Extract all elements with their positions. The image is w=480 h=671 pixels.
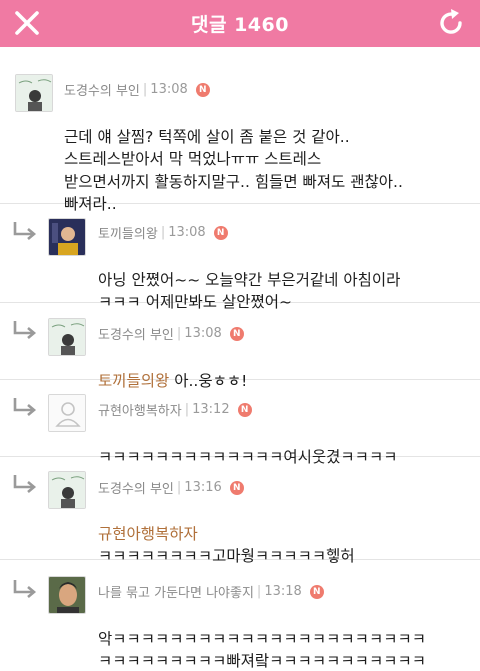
author-name[interactable]: 도경수의 부인 — [64, 80, 140, 99]
default-user-avatar[interactable] — [48, 394, 86, 432]
timestamp: 13:16 — [184, 480, 222, 495]
comment-item: 규현아행복하자 | 13:12 N ㅋㅋㅋㅋㅋㅋㅋㅋㅋㅋㅋㅋㅋ여시웃겼ㅋㅋㅋㅋ — [0, 380, 480, 466]
person-photo-avatar[interactable] — [48, 218, 86, 256]
comment-item: 도경수의 부인 | 13:08 N 토끼들의왕 아..웅ㅎㅎ! — [0, 303, 480, 390]
new-badge: N — [195, 82, 210, 97]
reply-arrow-icon — [13, 475, 37, 493]
comment-meta: 도경수의 부인 | 13:08 N — [64, 80, 210, 99]
comment-list[interactable]: 도경수의 부인 | 13:08 N 근데 얘 살찜? 턱쪽에 살이 좀 붙은 것… — [0, 47, 480, 671]
author-name[interactable]: 나를 묶고 가둔다면 나야좋지 — [98, 582, 254, 601]
new-badge: N — [229, 480, 244, 495]
timestamp: 13:08 — [168, 225, 206, 240]
reply-arrow-icon — [13, 398, 37, 416]
comment-text: 규현아행복하자 ㅋㅋㅋㅋㅋㅋㅋㅋ고마웡ㅋㅋㅋㅋㅋ헿허 — [98, 500, 476, 568]
comment-body: 근데 얘 살찜? 턱쪽에 살이 좀 붙은 것 같아.. 스트레스받아서 막 먹었… — [64, 127, 403, 214]
meta-divider: | — [160, 225, 166, 240]
reply-arrow-icon — [13, 321, 37, 339]
reply-arrow-icon — [13, 222, 37, 240]
comment-item: 도경수의 부인 | 13:08 N 근데 얘 살찜? 턱쪽에 살이 좀 붙은 것… — [0, 47, 480, 213]
album-cover-avatar[interactable] — [15, 74, 53, 112]
page-title: 댓글 1460 — [191, 14, 289, 36]
author-name[interactable]: 도경수의 부인 — [98, 324, 174, 343]
new-badge: N — [229, 326, 244, 341]
author-name[interactable]: 도경수의 부인 — [98, 478, 174, 497]
refresh-button[interactable] — [434, 6, 468, 40]
comment-meta: 나를 묶고 가둔다면 나야좋지 | 13:18 N — [98, 582, 324, 601]
comment-meta: 토끼들의왕 | 13:08 N — [98, 223, 228, 242]
meta-divider: | — [176, 480, 182, 495]
meta-divider: | — [184, 402, 190, 417]
comment-meta: 규현아행복하자 | 13:12 N — [98, 400, 252, 419]
author-name[interactable]: 토끼들의왕 — [98, 223, 158, 242]
comment-text: 근데 얘 살찜? 턱쪽에 살이 좀 붙은 것 같아.. 스트레스받아서 막 먹었… — [64, 103, 474, 216]
comment-item: 도경수의 부인 | 13:16 N 규현아행복하자 ㅋㅋㅋㅋㅋㅋㅋㅋ고마웡ㅋㅋㅋ… — [0, 457, 480, 565]
comment-item: 토끼들의왕 | 13:08 N 아닝 안쪘어~~ 오늘약간 부은거같네 아침이라… — [0, 204, 480, 311]
timestamp: 13:12 — [192, 402, 230, 417]
comment-item: 나를 묶고 가둔다면 나야좋지 | 13:18 N 악ㅋㅋㅋㅋㅋㅋㅋㅋㅋㅋㅋㅋㅋ… — [0, 560, 480, 671]
comment-text: 악ㅋㅋㅋㅋㅋㅋㅋㅋㅋㅋㅋㅋㅋㅋㅋㅋㅋㅋㅋㅋㅋㅋ ㅋㅋㅋㅋㅋㅋㅋㅋㅋ빠져랔ㅋㅋㅋㅋ… — [98, 605, 478, 671]
meta-divider: | — [256, 584, 262, 599]
comment-meta: 도경수의 부인 | 13:08 N — [98, 324, 244, 343]
album-cover-avatar[interactable] — [48, 318, 86, 356]
meta-divider: | — [142, 82, 148, 97]
top-bar: 댓글 1460 — [0, 0, 480, 47]
reply-arrow-icon — [13, 580, 37, 598]
new-badge: N — [309, 584, 324, 599]
new-badge: N — [213, 225, 228, 240]
author-name[interactable]: 규현아행복하자 — [98, 400, 182, 419]
meta-divider: | — [176, 326, 182, 341]
album-cover-avatar[interactable] — [48, 471, 86, 509]
refresh-icon — [440, 9, 462, 34]
new-badge: N — [237, 402, 252, 417]
comment-meta: 도경수의 부인 | 13:16 N — [98, 478, 244, 497]
man-photo-avatar[interactable] — [48, 576, 86, 614]
timestamp: 13:08 — [150, 82, 188, 97]
timestamp: 13:18 — [264, 584, 302, 599]
close-button[interactable] — [10, 6, 44, 40]
comment-body: 악ㅋㅋㅋㅋㅋㅋㅋㅋㅋㅋㅋㅋㅋㅋㅋㅋㅋㅋㅋㅋㅋㅋ ㅋㅋㅋㅋㅋㅋㅋㅋㅋ빠져랔ㅋㅋㅋㅋ… — [98, 629, 426, 671]
timestamp: 13:08 — [184, 326, 222, 341]
close-icon — [15, 11, 39, 35]
mention-link[interactable]: 규현아행복하자 — [98, 525, 198, 543]
